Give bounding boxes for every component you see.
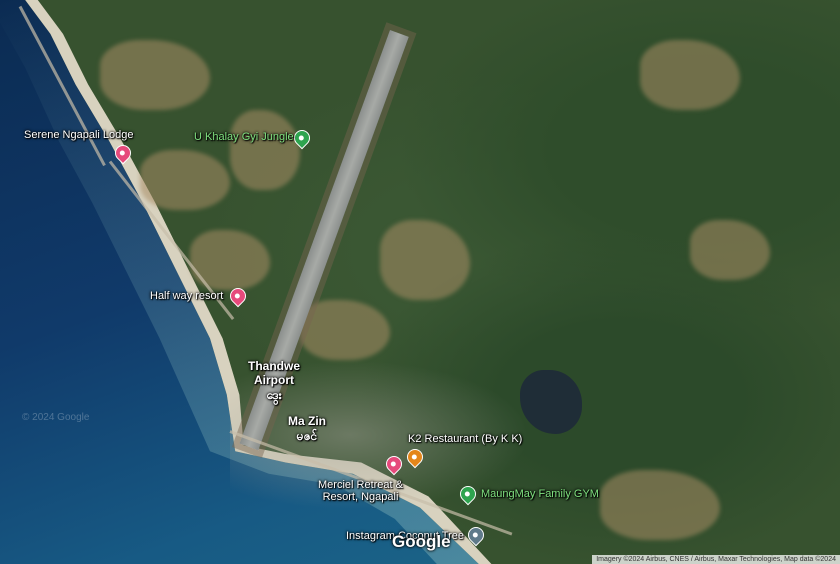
place-label-khalay[interactable]: U Khalay Gyi Jungle [194,131,294,143]
clearing [640,40,740,110]
clearing [100,40,210,110]
merciel-line2: Resort, Ngapali [322,491,399,503]
place-label-serene[interactable]: Serene Ngapali Lodge [24,129,133,141]
place-label-airport[interactable]: Thandwe Airport ဒွေး [248,359,300,405]
airport-name-line2: Airport [254,373,294,387]
google-logo: Google [392,532,451,551]
place-label-k2[interactable]: K2 Restaurant (By K K) [408,433,522,445]
mazin-local-name: မဇင် [296,429,318,443]
imagery-attribution[interactable]: Imagery ©2024 Airbus, CNES / Airbus, Max… [592,555,840,564]
clearing [230,110,300,190]
place-label-halfway[interactable]: Half way resort [150,290,223,302]
clearing [690,220,770,280]
satellite-map[interactable]: © 2024 Google Serene Ngapali Lodge U Kha… [0,0,840,564]
airport-local-name: ဒွေး [266,388,282,402]
merciel-line1: Merciel Retreat & [318,479,403,491]
place-label-mazin[interactable]: Ma Zin မဇင် [288,414,326,446]
place-label-merciel[interactable]: Merciel Retreat & Resort, Ngapali [318,479,403,503]
clearing [600,470,720,540]
airport-name-line1: Thandwe [248,359,301,373]
clearing [300,300,390,360]
clearing [380,220,470,300]
map-watermark: © 2024 Google [22,412,90,423]
clearing [140,150,230,210]
mazin-name: Ma Zin [288,414,326,428]
place-label-gym[interactable]: MaungMay Family GYM [481,488,599,500]
